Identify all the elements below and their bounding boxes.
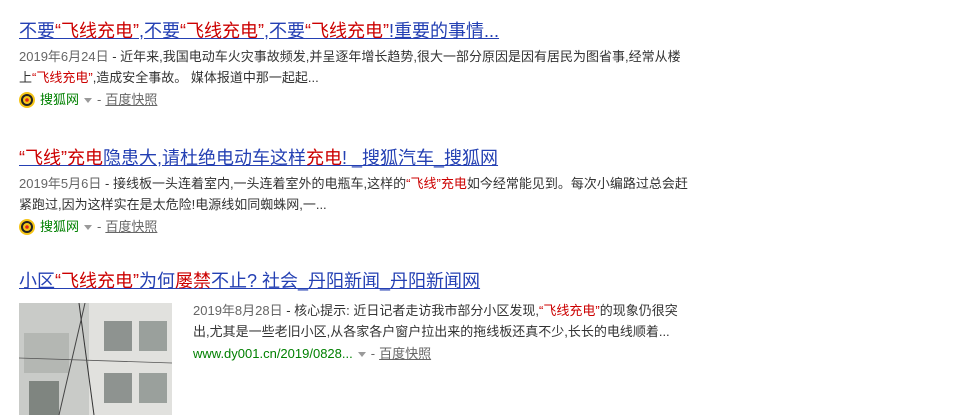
sohu-logo-icon	[19, 92, 35, 108]
result-thumbnail-image[interactable]	[19, 303, 172, 415]
caret-down-icon[interactable]	[357, 351, 366, 357]
result-title-link[interactable]: 不要“飞线充电”,不要“飞线充电”,不要“飞线充电”!重要的事情...	[19, 19, 699, 43]
sohu-logo-icon	[19, 219, 35, 235]
result-3-body: 2019年8月28日 - 核心提示: 近日记者走访我市部分小区发现,“飞线充电”…	[193, 300, 693, 364]
result-abstract: 2019年5月6日 - 接线板一头连着室内,一头连着室外的电瓶车,这样的“飞线”…	[19, 176, 688, 212]
result-date: 2019年6月24日	[19, 49, 109, 64]
result-source-line: 搜狐网 - 百度快照	[19, 217, 699, 237]
source-name[interactable]: 搜狐网	[40, 217, 79, 237]
result-title-link[interactable]: 小区“飞线充电”为何屡禁不止? 社会_丹阳新闻_丹阳新闻网	[19, 269, 699, 293]
source-name[interactable]: 搜狐网	[40, 90, 79, 110]
result-abstract: 2019年6月24日 - 近年来,我国电动车火灾事故频发,并呈逐年增长趋势,很大…	[19, 49, 681, 85]
search-result-2: “飞线”充电隐患大,请杜绝电动车这样充电! _搜狐汽车_搜狐网 2019年5月6…	[19, 146, 699, 237]
result-source-line: 搜狐网 - 百度快照	[19, 90, 699, 110]
result-abstract: 2019年8月28日 - 核心提示: 近日记者走访我市部分小区发现,“飞线充电”…	[193, 303, 678, 339]
result-source-line: www.dy001.cn/2019/0828... - 百度快照	[193, 344, 693, 364]
cache-link[interactable]: 百度快照	[105, 90, 157, 110]
result-date: 2019年5月6日	[19, 176, 102, 191]
caret-down-icon[interactable]	[84, 97, 93, 103]
result-date: 2019年8月28日	[193, 303, 283, 318]
caret-down-icon[interactable]	[84, 224, 93, 230]
search-result-3: 小区“飞线充电”为何屡禁不止? 社会_丹阳新闻_丹阳新闻网	[19, 269, 699, 293]
cache-link[interactable]: 百度快照	[379, 344, 431, 364]
cache-link[interactable]: 百度快照	[105, 217, 157, 237]
result-url[interactable]: www.dy001.cn/2019/0828...	[193, 344, 353, 364]
search-result-1: 不要“飞线充电”,不要“飞线充电”,不要“飞线充电”!重要的事情... 2019…	[19, 19, 699, 110]
result-title-link[interactable]: “飞线”充电隐患大,请杜绝电动车这样充电! _搜狐汽车_搜狐网	[19, 146, 699, 170]
